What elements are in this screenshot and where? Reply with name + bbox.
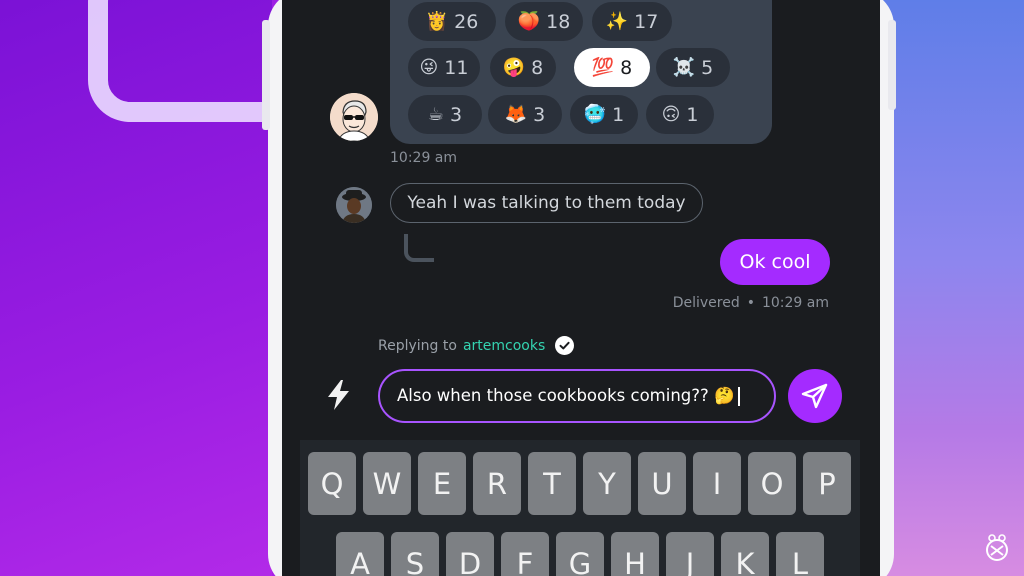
reaction-emoji: 😜 (419, 57, 439, 78)
bolt-icon[interactable] (324, 378, 354, 416)
reaction-emoji: 🥶 (583, 104, 607, 125)
verified-check-icon (555, 336, 575, 355)
key-k[interactable]: K (721, 532, 769, 576)
reaction-emoji: 🦊 (504, 104, 528, 125)
reaction-count: 5 (701, 56, 714, 79)
avatar-photo (336, 187, 372, 223)
text-caret (737, 386, 740, 406)
key-h[interactable]: H (611, 532, 659, 576)
reaction-emoji: ☕ (427, 104, 445, 125)
reaction-chip[interactable]: ✨ 17 (592, 2, 672, 41)
reaction-count: 1 (612, 103, 625, 126)
key-r[interactable]: R (473, 452, 521, 515)
key-j[interactable]: J (666, 532, 714, 576)
chat-screen: 👸 26 🍑 18 ✨ 17 😜 11 🤪 8 💯 8 ☠️ 5 ☕ 3 🦊 3 🥶 1 🙃 1 10… (282, 0, 880, 576)
reaction-chip[interactable]: 🦊 3 (488, 95, 562, 134)
side-button (888, 20, 896, 110)
key-i[interactable]: I (693, 452, 741, 515)
sender-avatar[interactable] (330, 93, 378, 141)
reaction-count: 11 (444, 56, 469, 79)
reaction-emoji: 🙃 (661, 104, 681, 125)
reaction-count: 8 (531, 56, 544, 79)
message-input[interactable]: Also when those cookbooks coming?? 🤔 (378, 369, 776, 423)
reaction-chip[interactable]: 😜 11 (408, 48, 480, 87)
key-g[interactable]: G (556, 532, 604, 576)
reaction-chip[interactable]: ☠️ 5 (656, 48, 730, 87)
reaction-count: 3 (450, 103, 463, 126)
background-right (880, 0, 1024, 576)
send-button[interactable] (788, 369, 842, 423)
key-a[interactable]: A (336, 532, 384, 576)
reaction-chip-selected[interactable]: 💯 8 (574, 48, 650, 87)
reaction-count: 17 (634, 10, 659, 33)
reaction-chip[interactable]: 🙃 1 (646, 95, 714, 134)
contact-avatar[interactable] (336, 187, 372, 223)
reaction-emoji: 🍑 (517, 11, 541, 32)
reaction-chip[interactable]: ☕ 3 (408, 95, 482, 134)
key-s[interactable]: S (391, 532, 439, 576)
key-p[interactable]: P (803, 452, 851, 515)
reaction-count: 3 (533, 103, 546, 126)
reaction-count: 8 (620, 56, 633, 79)
avatar-illustration (330, 93, 378, 141)
reaction-chip[interactable]: 🥶 1 (570, 95, 638, 134)
replying-prefix: Replying to (378, 337, 457, 354)
watermark-logo-icon (983, 533, 1011, 563)
replying-banner: Replying to artemcooks (378, 336, 575, 355)
delivery-status: Delivered • 10:29 am (673, 295, 829, 311)
reactions-panel: 👸 26 🍑 18 ✨ 17 😜 11 🤪 8 💯 8 ☠️ 5 ☕ 3 🦊 3 🥶 1 🙃 1 (390, 0, 772, 144)
delivery-time: 10:29 am (761, 295, 829, 311)
incoming-message-bubble[interactable]: Yeah I was talking to them today (390, 183, 703, 223)
reply-thread-line (404, 234, 434, 262)
message-input-text: Also when those cookbooks coming?? 🤔 (397, 386, 735, 405)
key-t[interactable]: T (528, 452, 576, 515)
reaction-count: 1 (686, 103, 699, 126)
reaction-count: 26 (454, 10, 479, 33)
reaction-chip[interactable]: 👸 26 (408, 2, 496, 41)
key-w[interactable]: W (363, 452, 411, 515)
key-f[interactable]: F (501, 532, 549, 576)
key-o[interactable]: O (748, 452, 796, 515)
reaction-chip[interactable]: 🍑 18 (505, 2, 583, 41)
on-screen-keyboard: Q W E R T Y U I O P A S D F G H J K L (300, 440, 860, 576)
reaction-chip[interactable]: 🤪 8 (490, 48, 556, 87)
send-icon (801, 383, 828, 409)
key-q[interactable]: Q (308, 452, 356, 515)
delivery-status-label: Delivered (672, 295, 740, 311)
reaction-emoji: 👸 (425, 11, 449, 32)
message-timestamp: 10:29 am (390, 150, 458, 166)
reaction-count: 18 (546, 10, 571, 33)
delivery-separator: • (746, 295, 755, 311)
key-e[interactable]: E (418, 452, 466, 515)
replying-username[interactable]: artemcooks (463, 338, 545, 354)
reaction-emoji: ✨ (605, 11, 629, 32)
key-y[interactable]: Y (583, 452, 631, 515)
reaction-emoji: 💯 (591, 57, 615, 78)
key-u[interactable]: U (638, 452, 686, 515)
reaction-emoji: 🤪 (502, 57, 526, 78)
reaction-emoji: ☠️ (672, 57, 696, 78)
outgoing-message-bubble[interactable]: Ok cool (720, 239, 830, 285)
key-l[interactable]: L (776, 532, 824, 576)
side-button (262, 20, 270, 130)
key-d[interactable]: D (446, 532, 494, 576)
